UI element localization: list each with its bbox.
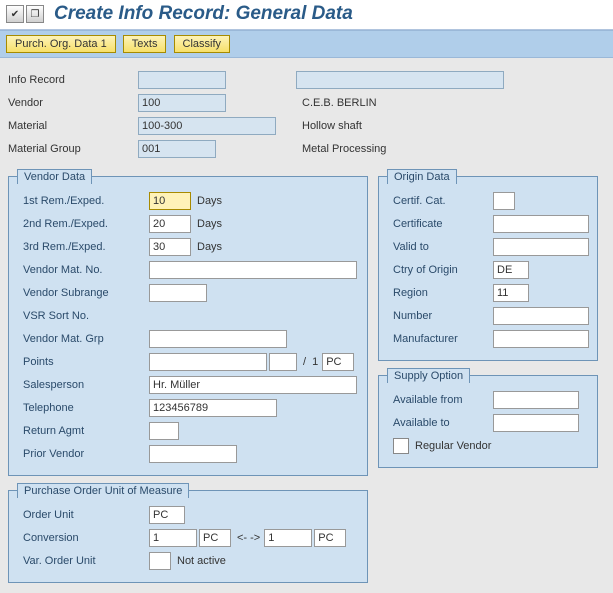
origin-data-legend: Origin Data [387,169,457,184]
material-label: Material [8,120,138,132]
conversion-left-field[interactable] [149,529,197,547]
check-icon[interactable]: ✔ [6,5,24,23]
points-per: 1 [312,356,318,368]
origin-data-group: Origin Data Certif. Cat. Certificate Val… [378,176,598,361]
material-group-desc: Metal Processing [302,143,386,155]
rem3-label: 3rd Rem./Exped. [17,241,149,253]
certificate-field[interactable] [493,215,589,233]
header-block: Info Record Vendor Material Material Gro… [8,70,605,162]
po-unit-group: Purchase Order Unit of Measure Order Uni… [8,490,368,583]
prior-vendor-label: Prior Vendor [17,448,149,460]
available-to-label: Available to [387,417,493,429]
object-icon[interactable]: ❐ [26,5,44,23]
vendor-data-legend: Vendor Data [17,169,92,184]
page-title: Create Info Record: General Data [54,3,353,25]
rem1-label: 1st Rem./Exped. [17,195,149,207]
salesperson-field[interactable] [149,376,357,394]
points-label: Points [17,356,149,368]
info-record-desc-field[interactable] [296,71,504,89]
available-to-field[interactable] [493,414,579,432]
ctry-origin-field[interactable] [493,261,529,279]
order-unit-field[interactable] [149,506,185,524]
return-agmt-field[interactable] [149,422,179,440]
var-order-unit-desc: Not active [177,555,226,567]
rem2-label: 2nd Rem./Exped. [17,218,149,230]
available-from-field[interactable] [493,391,579,409]
points-field[interactable] [149,353,267,371]
points-unit-field[interactable] [322,353,354,371]
salesperson-label: Salesperson [17,379,149,391]
vendor-desc: C.E.B. BERLIN [302,97,377,109]
vsr-sort-label: VSR Sort No. [17,310,149,322]
purch-org-data-button[interactable]: Purch. Org. Data 1 [6,35,116,53]
region-label: Region [387,287,493,299]
telephone-field[interactable] [149,399,277,417]
vendor-label: Vendor [8,97,138,109]
var-order-unit-field[interactable] [149,552,171,570]
certif-cat-label: Certif. Cat. [387,195,493,207]
conversion-label: Conversion [17,532,149,544]
number-label: Number [387,310,493,322]
available-from-label: Available from [387,394,493,406]
conversion-right-field[interactable] [264,529,312,547]
var-order-unit-label: Var. Order Unit [17,555,149,567]
toolbar: Purch. Org. Data 1 Texts Classify [0,30,613,58]
regular-vendor-label: Regular Vendor [415,440,491,452]
certif-cat-field[interactable] [493,192,515,210]
texts-button[interactable]: Texts [123,35,167,53]
supply-option-legend: Supply Option [387,368,470,383]
rem1-unit: Days [197,195,222,207]
vendor-field[interactable] [138,94,226,112]
vendor-mat-no-label: Vendor Mat. No. [17,264,149,276]
supply-option-group: Supply Option Available from Available t… [378,375,598,468]
info-record-field[interactable] [138,71,226,89]
valid-to-label: Valid to [387,241,493,253]
rem3-field[interactable] [149,238,191,256]
vendor-subrange-field[interactable] [149,284,207,302]
certificate-label: Certificate [387,218,493,230]
manufacturer-label: Manufacturer [387,333,493,345]
regular-vendor-checkbox[interactable] [393,438,409,454]
conversion-right-unit-field[interactable] [314,529,346,547]
manufacturer-field[interactable] [493,330,589,348]
vendor-mat-grp-field[interactable] [149,330,287,348]
material-field[interactable] [138,117,276,135]
vendor-data-group: Vendor Data 1st Rem./Exped. Days 2nd Rem… [8,176,368,476]
conversion-arrow: <- -> [237,532,260,544]
points-unit1-field[interactable] [269,353,297,371]
conversion-left-unit-field[interactable] [199,529,231,547]
title-bar: ✔ ❐ Create Info Record: General Data [0,0,613,30]
material-group-field[interactable] [138,140,216,158]
info-record-label: Info Record [8,74,138,86]
po-unit-legend: Purchase Order Unit of Measure [17,483,189,498]
rem3-unit: Days [197,241,222,253]
material-desc: Hollow shaft [302,120,362,132]
vendor-subrange-label: Vendor Subrange [17,287,149,299]
points-sep: / [303,356,306,368]
rem2-field[interactable] [149,215,191,233]
vendor-mat-grp-label: Vendor Mat. Grp [17,333,149,345]
return-agmt-label: Return Agmt [17,425,149,437]
vendor-mat-no-field[interactable] [149,261,357,279]
number-field[interactable] [493,307,589,325]
rem1-field[interactable] [149,192,191,210]
telephone-label: Telephone [17,402,149,414]
ctry-origin-label: Ctry of Origin [387,264,493,276]
region-field[interactable] [493,284,529,302]
classify-button[interactable]: Classify [174,35,231,53]
order-unit-label: Order Unit [17,509,149,521]
prior-vendor-field[interactable] [149,445,237,463]
valid-to-field[interactable] [493,238,589,256]
rem2-unit: Days [197,218,222,230]
material-group-label: Material Group [8,143,138,155]
